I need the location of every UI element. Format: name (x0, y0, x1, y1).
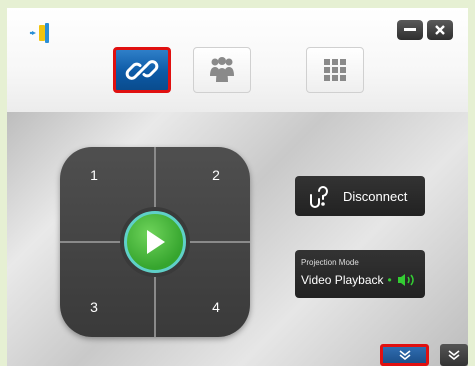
top-bar (7, 8, 468, 112)
projection-mode-button[interactable]: Projection Mode Video Playback • (295, 250, 425, 298)
tab-users[interactable] (193, 47, 251, 93)
minimize-icon (404, 28, 416, 31)
double-chevron-down-icon (399, 350, 410, 360)
double-chevron-down-icon (448, 350, 460, 360)
projection-mode-label: Video Playback (301, 273, 384, 287)
quadrant-pad: 1 2 3 4 (60, 147, 250, 337)
link-icon (125, 60, 159, 80)
group-users-icon (210, 57, 234, 82)
broken-link-icon (310, 186, 329, 208)
tab-layout[interactable] (306, 47, 364, 93)
speaker-icon (397, 274, 414, 286)
close-icon (435, 25, 445, 35)
projection-mode-heading: Projection Mode (301, 258, 359, 267)
collapse-button[interactable] (440, 344, 468, 366)
play-button[interactable] (120, 207, 190, 277)
disconnect-label: Disconnect (343, 188, 408, 204)
tab-connection[interactable] (113, 47, 171, 93)
close-button[interactable] (427, 20, 453, 40)
app-logo-icon (29, 22, 51, 44)
quadrant-2[interactable]: 2 (206, 167, 226, 183)
play-icon (147, 230, 165, 254)
quadrant-1[interactable]: 1 (84, 167, 104, 183)
quadrant-3[interactable]: 3 (84, 299, 104, 315)
status-dot: • (387, 273, 392, 287)
quadrant-4[interactable]: 4 (206, 299, 226, 315)
grid-icon (324, 59, 346, 81)
play-button-face (124, 211, 186, 273)
expand-button[interactable] (380, 344, 429, 366)
projection-mode-value: Video Playback • (301, 272, 416, 288)
minimize-button[interactable] (397, 20, 423, 40)
disconnect-button[interactable]: Disconnect (295, 176, 425, 216)
